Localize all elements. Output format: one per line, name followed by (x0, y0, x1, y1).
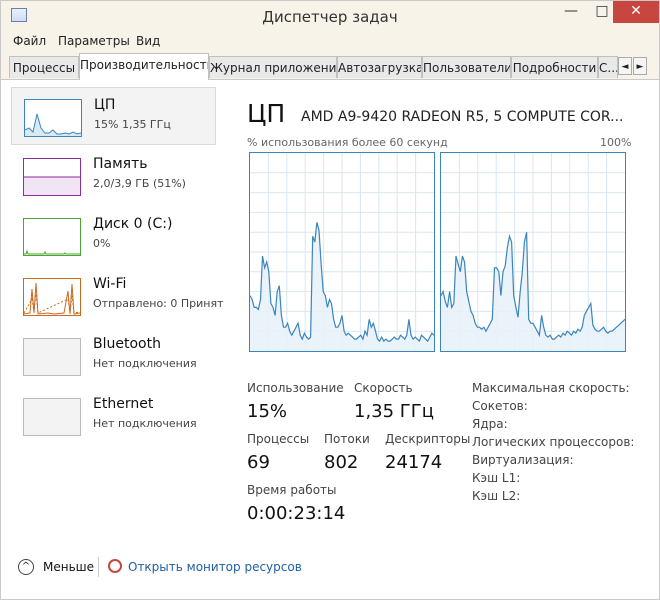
cpu-heading: ЦП (247, 99, 286, 128)
cpu-title: ЦП (94, 97, 116, 113)
spec-sockets: Сокетов: (472, 399, 528, 413)
ethernet-thumbnail-graph (23, 398, 81, 436)
disk-subtitle: 0% (93, 237, 111, 250)
memory-thumbnail-graph (23, 158, 81, 196)
cpu-graph-label: % использования более 60 секунд (247, 136, 448, 149)
footer-bar: ^ Меньше Открыть монитор ресурсов (1, 557, 659, 597)
usage-value: 15% (247, 401, 288, 422)
open-resource-monitor-link[interactable]: Открыть монитор ресурсов (128, 560, 302, 574)
cpu-core-graph-2 (440, 152, 626, 352)
tab-startup[interactable]: Автозагрузка (337, 56, 422, 78)
cpu-core-graph-2-plot (440, 153, 626, 351)
cpu-core-graph-1-plot (249, 153, 435, 351)
menu-file[interactable]: Файл (13, 34, 46, 48)
menu-options[interactable]: Параметры (58, 34, 130, 48)
cpu-graph-max: 100% (600, 136, 632, 149)
speed-label: Скорость (354, 381, 413, 395)
wifi-thumbnail-graph (23, 278, 81, 316)
usage-label: Использование (247, 381, 344, 395)
tab-scroll-right[interactable]: ► (633, 57, 647, 75)
spec-max-speed: Максимальная скорость: (472, 381, 630, 395)
bluetooth-subtitle: Нет подключения (93, 357, 197, 370)
close-button[interactable]: ✕ (613, 1, 659, 23)
ethernet-title: Ethernet (93, 396, 154, 412)
wifi-title: Wi-Fi (93, 276, 127, 292)
ethernet-subtitle: Нет подключения (93, 417, 197, 430)
footer-separator (98, 557, 99, 577)
sidebar-item-bluetooth[interactable]: Bluetooth Нет подключения (11, 327, 216, 385)
sidebar-item-ethernet[interactable]: Ethernet Нет подключения (11, 387, 216, 445)
tab-users[interactable]: Пользователи (422, 56, 511, 78)
tab-details[interactable]: Подробности (511, 56, 598, 78)
tab-services[interactable]: С... (598, 56, 618, 78)
menu-view[interactable]: Вид (136, 34, 160, 48)
spec-l2-cache: Кэш L2: (472, 489, 521, 503)
cpu-model-name: AMD A9-9420 RADEON R5, 5 COMPUTE COR... (301, 109, 624, 125)
processes-label: Процессы (247, 432, 310, 446)
memory-title: Память (93, 156, 148, 172)
spec-logical-processors: Логических процессоров: (472, 435, 635, 449)
sidebar-item-memory[interactable]: Память 2,0/3,9 ГБ (51%) (11, 147, 216, 205)
handles-label: Дескрипторы (385, 432, 471, 446)
tab-performance[interactable]: Производительность (79, 53, 209, 80)
speed-value: 1,35 ГГц (354, 401, 435, 422)
menu-bar: Файл Параметры Вид (1, 31, 659, 53)
minimize-button[interactable]: — (556, 1, 586, 23)
spec-l1-cache: Кэш L1: (472, 471, 521, 485)
sidebar-item-cpu[interactable]: ЦП 15% 1,35 ГГц (11, 87, 216, 145)
bluetooth-thumbnail-graph (23, 338, 81, 376)
resource-monitor-icon[interactable] (108, 559, 122, 573)
threads-label: Потоки (324, 432, 370, 446)
cpu-core-graph-1 (249, 152, 435, 352)
spec-cores: Ядра: (472, 417, 508, 431)
bluetooth-title: Bluetooth (93, 336, 161, 352)
fewer-details-button[interactable]: Меньше (43, 560, 94, 574)
spec-virtualization: Виртуализация: (472, 453, 574, 467)
handles-value: 24174 (385, 452, 443, 473)
wifi-subtitle: Отправлено: 0 Принят (93, 297, 224, 310)
disk-title: Диск 0 (C:) (93, 216, 173, 232)
processes-value: 69 (247, 452, 270, 473)
uptime-value: 0:00:23:14 (247, 503, 346, 524)
sidebar-item-disk[interactable]: Диск 0 (C:) 0% (11, 207, 216, 265)
tab-processes[interactable]: Процессы (9, 56, 79, 78)
memory-subtitle: 2,0/3,9 ГБ (51%) (93, 177, 186, 190)
cpu-subtitle: 15% 1,35 ГГц (94, 118, 171, 131)
title-bar: Диспетчер задач — □ ✕ (1, 1, 659, 31)
disk-thumbnail-graph (23, 218, 81, 256)
tab-app-history[interactable]: Журнал приложений (209, 56, 337, 78)
resource-sidebar: ЦП 15% 1,35 ГГц Память 2,0/3,9 ГБ (51%) … (11, 87, 224, 457)
tab-scroll-left[interactable]: ◄ (618, 57, 632, 75)
uptime-label: Время работы (247, 483, 337, 497)
tab-strip: Процессы Производительность Журнал прило… (1, 53, 659, 80)
cpu-thumbnail-graph (24, 99, 82, 137)
chevron-up-icon[interactable]: ^ (18, 559, 34, 575)
sidebar-item-wifi[interactable]: Wi-Fi Отправлено: 0 Принят (11, 267, 224, 325)
task-manager-window: Диспетчер задач — □ ✕ Файл Параметры Вид… (0, 0, 660, 600)
threads-value: 802 (324, 452, 359, 473)
